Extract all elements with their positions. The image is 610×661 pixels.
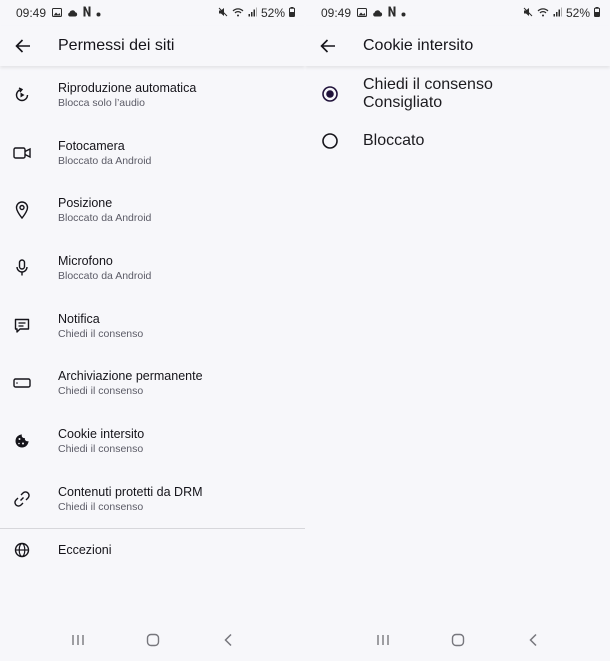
radio-option-blocked[interactable]: Bloccato bbox=[305, 120, 610, 162]
recent-apps-icon[interactable] bbox=[368, 625, 398, 655]
item-status: Bloccato da Android bbox=[58, 269, 152, 282]
signal-icon bbox=[553, 6, 562, 20]
back-arrow-icon[interactable] bbox=[2, 26, 44, 66]
option-sub: Consigliato bbox=[363, 94, 443, 111]
item-status: Chiedi il consenso bbox=[58, 500, 144, 513]
permissions-list: Riproduzione automatica Blocca solo l’au… bbox=[0, 66, 305, 572]
item-status: Blocca solo l’audio bbox=[58, 96, 145, 109]
nav-bar bbox=[305, 619, 610, 661]
cloud-icon bbox=[372, 6, 383, 20]
drm-icon bbox=[0, 490, 44, 507]
item-label: Fotocamera bbox=[58, 138, 125, 153]
status-time: 09:49 bbox=[321, 6, 352, 20]
mute-icon bbox=[523, 6, 533, 20]
battery-icon bbox=[289, 6, 295, 20]
back-nav-icon[interactable] bbox=[213, 625, 243, 655]
radio-selected-icon[interactable] bbox=[305, 86, 355, 102]
status-bar: 09:49 52% bbox=[305, 0, 610, 26]
item-status: Chiedi il consenso bbox=[58, 327, 144, 340]
mute-icon bbox=[218, 6, 228, 20]
microphone-icon bbox=[0, 259, 44, 277]
radio-unselected-icon[interactable] bbox=[305, 133, 355, 149]
list-item-storage[interactable]: Archiviazione permanente Chiedi il conse… bbox=[0, 354, 305, 412]
list-item-camera[interactable]: Fotocamera Bloccato da Android bbox=[0, 124, 305, 182]
nav-bar bbox=[0, 619, 305, 661]
netflix-icon bbox=[388, 6, 396, 20]
cloud-icon bbox=[67, 6, 78, 20]
options-list: Chiedi il consenso Consigliato Bloccato bbox=[305, 68, 610, 162]
back-nav-icon[interactable] bbox=[518, 625, 548, 655]
cookie-icon bbox=[0, 433, 44, 449]
image-icon bbox=[357, 6, 368, 20]
storage-icon bbox=[0, 377, 44, 389]
item-label: Cookie intersito bbox=[58, 426, 145, 441]
image-icon bbox=[52, 6, 63, 20]
location-icon bbox=[0, 201, 44, 220]
list-item-drm[interactable]: Contenuti protetti da DRM Chiedi il cons… bbox=[0, 470, 305, 528]
battery-text: 52% bbox=[565, 6, 590, 20]
item-label: Contenuti protetti da DRM bbox=[58, 484, 203, 499]
page-title: Cookie intersito bbox=[363, 37, 474, 54]
list-item-notification[interactable]: Notifica Chiedi il consenso bbox=[0, 297, 305, 355]
autoplay-icon bbox=[0, 87, 44, 103]
item-label: Microfono bbox=[58, 253, 113, 268]
netflix-icon bbox=[83, 6, 91, 20]
item-label: Posizione bbox=[58, 196, 113, 211]
list-item-autoplay[interactable]: Riproduzione automatica Blocca solo l’au… bbox=[0, 66, 305, 124]
app-bar: Permessi dei siti bbox=[0, 26, 305, 66]
status-time: 09:49 bbox=[16, 6, 47, 20]
home-icon[interactable] bbox=[443, 625, 473, 655]
item-label: Riproduzione automatica bbox=[58, 80, 197, 95]
left-screen: 09:49 52% Permessi dei siti Riproduzione… bbox=[0, 0, 305, 661]
list-item-exceptions[interactable]: Eccezioni bbox=[0, 529, 305, 572]
item-label: Archiviazione permanente bbox=[58, 369, 203, 384]
radio-option-ask[interactable]: Chiedi il consenso Consigliato bbox=[305, 68, 610, 120]
page-title: Permessi dei siti bbox=[58, 37, 175, 54]
signal-icon bbox=[248, 6, 257, 20]
recent-apps-icon[interactable] bbox=[63, 625, 93, 655]
list-item-microphone[interactable]: Microfono Bloccato da Android bbox=[0, 239, 305, 297]
option-label: Chiedi il consenso bbox=[363, 76, 493, 93]
status-bar: 09:49 52% bbox=[0, 0, 305, 26]
item-status: Chiedi il consenso bbox=[58, 385, 144, 398]
battery-icon bbox=[594, 6, 600, 20]
option-label: Bloccato bbox=[363, 132, 425, 149]
dot-icon bbox=[96, 6, 101, 20]
item-status: Bloccato da Android bbox=[58, 212, 152, 225]
back-arrow-icon[interactable] bbox=[307, 26, 349, 66]
wifi-icon bbox=[232, 6, 244, 20]
right-screen: 09:49 52% Cookie intersito Chiedi il con… bbox=[305, 0, 610, 661]
item-status: Chiedi il consenso bbox=[58, 442, 144, 455]
list-item-location[interactable]: Posizione Bloccato da Android bbox=[0, 181, 305, 239]
notification-icon bbox=[0, 318, 44, 334]
app-bar: Cookie intersito bbox=[305, 26, 610, 66]
camera-icon bbox=[0, 146, 44, 160]
item-status: Bloccato da Android bbox=[58, 154, 152, 167]
item-label: Eccezioni bbox=[58, 543, 112, 557]
list-item-cookies[interactable]: Cookie intersito Chiedi il consenso bbox=[0, 412, 305, 470]
battery-text: 52% bbox=[260, 6, 285, 20]
item-label: Notifica bbox=[58, 311, 100, 326]
wifi-icon bbox=[537, 6, 549, 20]
globe-icon bbox=[0, 542, 44, 558]
dot-icon bbox=[401, 6, 406, 20]
home-icon[interactable] bbox=[138, 625, 168, 655]
